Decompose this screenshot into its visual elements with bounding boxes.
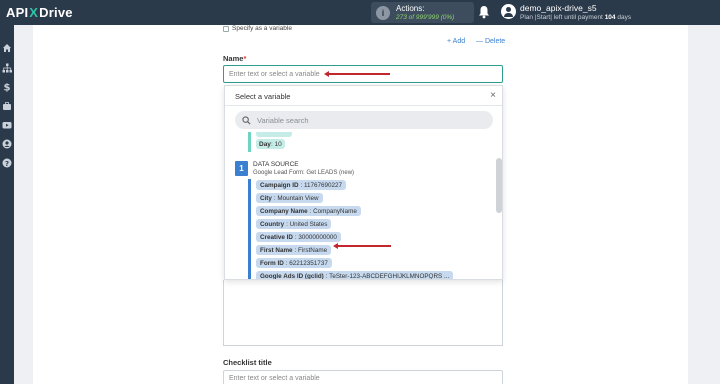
add-link[interactable]: + Add (447, 38, 465, 45)
actions-value: 273 of 999'999 (0%) (396, 13, 455, 21)
search-icon (242, 115, 251, 125)
source-bar (248, 179, 251, 279)
name-label-text: Name (223, 54, 244, 63)
description-textarea[interactable] (223, 280, 503, 346)
dropdown-title: Select a variable (235, 92, 291, 101)
sidebar: $ ? (0, 25, 14, 384)
specify-variable-option[interactable]: Specify as a variable (223, 25, 292, 32)
search-placeholder: Variable search (257, 115, 309, 125)
variable-dropdown: Select a variable × Variable search Day:… (224, 85, 503, 280)
source-subtitle: Google Lead Form: Get LEADS (new) (253, 170, 355, 176)
dollar-icon[interactable]: $ (2, 82, 12, 93)
previous-source-bar (248, 132, 251, 152)
variable-item[interactable]: Google Ads ID (gclid): TeSter-123-ABCDEF… (256, 271, 454, 280)
variable-key: Campaign ID (260, 181, 299, 189)
delete-link[interactable]: — Delete (476, 38, 505, 45)
variable-key: First Name (260, 246, 293, 254)
user-name[interactable]: demo_apix-drive_s5 (520, 3, 597, 13)
specify-variable-checkbox[interactable] (223, 25, 229, 32)
apix-drive-logo[interactable]: API X Drive (6, 3, 73, 21)
dropdown-header: Select a variable × (225, 86, 502, 106)
plan-days: 104 (604, 14, 616, 21)
actions-label: Actions: (396, 3, 425, 13)
variable-value: : 10 (270, 140, 282, 148)
variable-item[interactable]: Campaign ID: 11767690227 (256, 180, 347, 190)
red-arrow-annotation (333, 243, 391, 248)
home-icon[interactable] (2, 43, 12, 53)
svg-text:$: $ (4, 83, 11, 93)
variable-value: : 11767690227 (300, 181, 343, 189)
account-icon[interactable] (2, 139, 12, 149)
variable-day[interactable]: Day: 10 (256, 139, 285, 149)
checklist-title-label: Checklist title (223, 358, 272, 367)
checklist-title-input[interactable]: Enter text or select a variable (223, 370, 503, 384)
briefcase-icon[interactable] (2, 101, 12, 111)
variable-list: Day: 10 1 DATA SOURCE Google Lead Form: … (225, 132, 495, 280)
bell-icon[interactable] (478, 5, 490, 19)
help-icon[interactable]: ? (2, 158, 12, 168)
svg-text:?: ? (5, 160, 9, 168)
variable-item[interactable]: Company Name: CompanyName (256, 206, 361, 216)
variable-key: City (260, 194, 272, 202)
dropdown-scrollbar[interactable] (496, 158, 502, 213)
plan-text: Plan |Start| left until payment (520, 14, 603, 21)
variable-value: : TeSter-123-ABCDEFGHIJKLMNOPQRS ... (325, 272, 450, 280)
variable-value: : United States (286, 220, 328, 228)
variable-key: Day (259, 140, 271, 148)
variable-value: : 62212351737 (285, 259, 328, 267)
variable-value: : CompanyName (309, 207, 357, 215)
required-mark: * (243, 54, 247, 63)
logo-api: API (6, 4, 29, 20)
red-arrow-annotation (324, 71, 390, 76)
previous-variable-partial[interactable] (256, 132, 292, 137)
variable-key: Google Ads ID (gclid) (260, 272, 324, 280)
variable-item[interactable]: Country: United States (256, 219, 332, 229)
user-avatar-icon[interactable] (501, 4, 516, 19)
variable-item-first-name[interactable]: First Name: FirstName (256, 245, 332, 255)
source-title: DATA SOURCE (253, 161, 299, 168)
video-icon[interactable] (2, 120, 12, 130)
variable-search-input[interactable]: Variable search (235, 111, 493, 129)
variable-key: Creative ID (260, 233, 293, 241)
specify-variable-label: Specify as a variable (232, 25, 292, 32)
info-icon: i (376, 5, 390, 20)
variable-key: Company Name (260, 207, 308, 215)
logo-x: X (29, 4, 39, 20)
plan-days-suffix: days (617, 14, 632, 21)
sitemap-icon[interactable] (2, 63, 12, 73)
variable-value: : FirstName (294, 246, 328, 254)
variable-key: Form ID (260, 259, 284, 267)
plan-info: Plan |Start| left until payment 104 days (520, 14, 631, 21)
close-icon[interactable]: × (490, 90, 496, 101)
variable-key: Country (260, 220, 285, 228)
variable-value: : Mountain View (273, 194, 319, 202)
variable-item[interactable]: Creative ID: 30000000000 (256, 232, 341, 242)
top-bar: API X Drive i Actions: 273 of 999'999 (0%)… (0, 0, 720, 25)
logo-drive: Drive (39, 4, 73, 20)
name-field-label: Name* (223, 54, 246, 63)
source-number-badge: 1 (235, 161, 248, 176)
variable-item[interactable]: Form ID: 62212351737 (256, 258, 332, 268)
actions-counter[interactable]: i Actions: 273 of 999'999 (0%) (371, 2, 474, 23)
variable-value: : 30000000000 (294, 233, 337, 241)
variable-item[interactable]: City: Mountain View (256, 193, 323, 203)
